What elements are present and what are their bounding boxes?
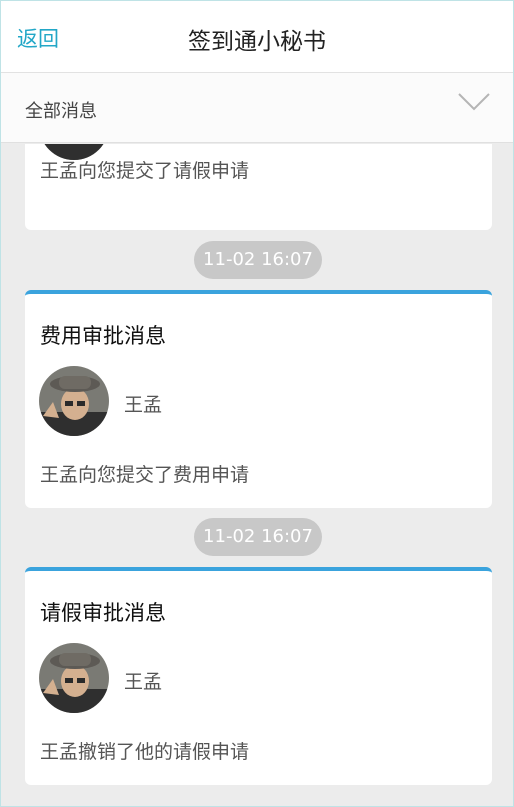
message-description: 王孟撤销了他的请假申请 [40,741,250,763]
message-description: 王孟向您提交了请假申请 [40,160,250,182]
message-card[interactable]: 费用审批消息 王孟 王孟向您提交了费用申请 [25,290,492,508]
chevron-down-icon[interactable] [457,91,491,113]
user-name: 王孟 [124,671,163,693]
message-title: 费用审批消息 [40,324,166,348]
filter-label: 全部消息 [25,101,97,122]
top-navigation-bar: 返回 签到通小秘书 [1,1,513,73]
message-card[interactable]: 王孟向您提交了请假申请 [25,144,492,230]
message-description: 王孟向您提交了费用申请 [40,464,250,486]
avatar [39,643,109,713]
time-badge: 11-02 16:07 [194,518,322,556]
user-name: 王孟 [124,394,163,416]
message-card[interactable]: 请假审批消息 王孟 王孟撤销了他的请假申请 [25,567,492,785]
message-list[interactable]: 王孟向您提交了请假申请 11-02 16:07 费用审批消息 王孟 王孟向您提交… [1,144,513,807]
message-filter-dropdown[interactable]: 全部消息 [1,73,513,143]
message-title: 请假审批消息 [40,601,166,625]
user-avatar-photo-icon [39,366,109,436]
avatar [39,366,109,436]
page-title: 签到通小秘书 [188,29,326,55]
user-avatar-photo-icon [39,643,109,713]
time-badge: 11-02 16:07 [194,241,322,279]
